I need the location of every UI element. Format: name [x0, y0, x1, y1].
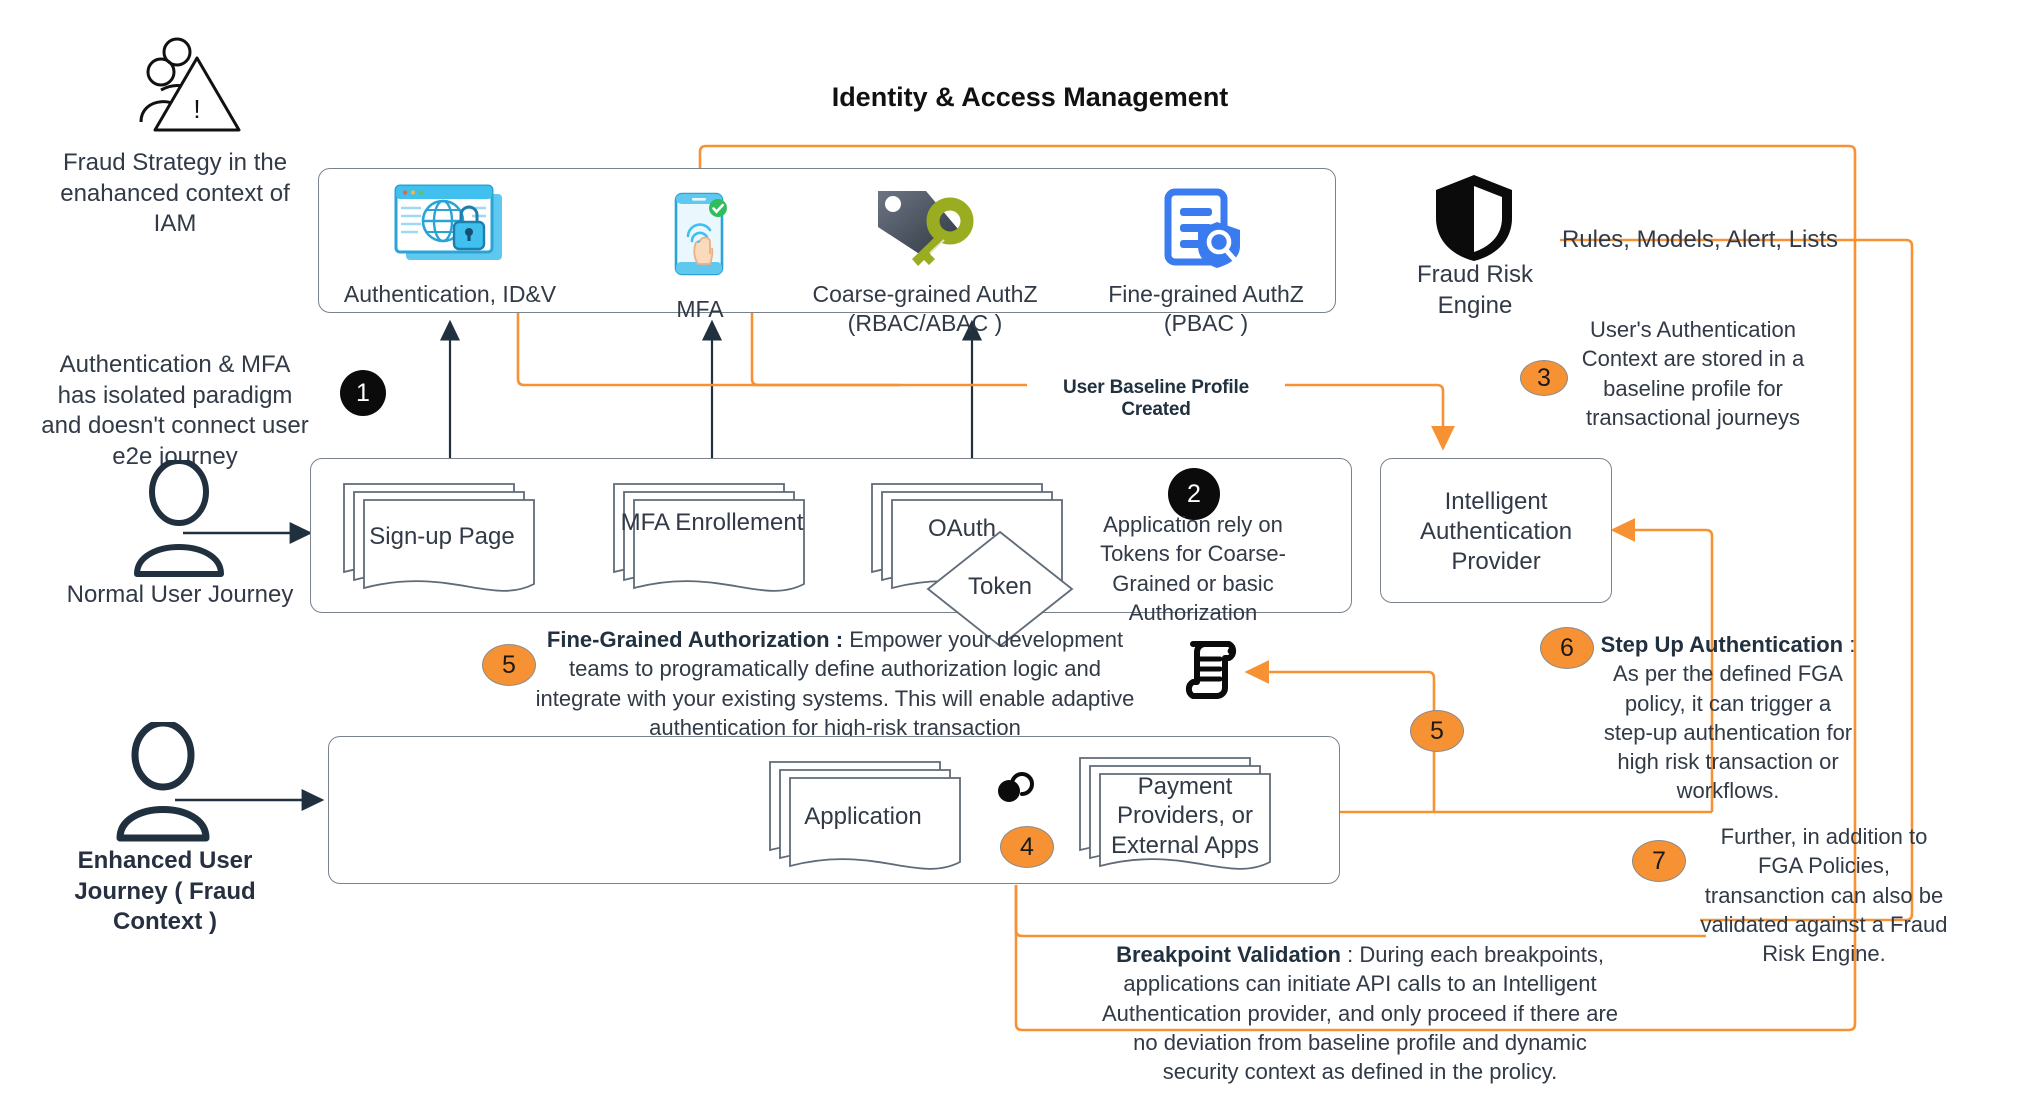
- doc-label-application: Application: [804, 803, 922, 830]
- normal-user-avatar: [130, 458, 228, 583]
- note-7-text: Further, in addition to FGA Policies, tr…: [1700, 824, 1948, 966]
- breakpoint-validation-note: Breakpoint Validation : During each brea…: [1100, 940, 1620, 1086]
- note-2-text: Application rely on Tokens for Coarse-Gr…: [1100, 512, 1286, 625]
- tile-label-coarse-authz: Coarse-grained AuthZ (RBAC/ABAC ): [812, 281, 1038, 336]
- doc-application: Application: [760, 756, 976, 876]
- doc-payment-providers: Payment Providers, or External Apps: [1070, 752, 1286, 878]
- badge-5-loop: 5: [1410, 710, 1464, 752]
- caption-enhanced-user: Enhanced User Journey ( Fraud Context ): [74, 847, 256, 936]
- browser-globe-lock-icon: [388, 182, 513, 269]
- svg-text:!: !: [193, 94, 200, 124]
- fraud-engine-feed-label: Rules, Models, Alert, Lists: [1561, 226, 1839, 253]
- doc-label-payment-providers: Payment Providers, or External Apps: [1110, 773, 1260, 859]
- badge-6: 6: [1540, 627, 1594, 669]
- doc-label-mfa-enrollement: MFA Enrollement: [620, 509, 804, 536]
- caption-fraud-strategy: Fraud Strategy in the enahanced context …: [60, 149, 290, 238]
- note-5-text: Fine-Grained Authorization : Empower you…: [525, 625, 1145, 742]
- note-6-text: Step Up Authentication : As per the defi…: [1600, 630, 1856, 806]
- tile-label-authentication: Authentication, ID&V: [343, 281, 557, 307]
- badge-7: 7: [1632, 840, 1686, 882]
- note-6-body: : As per the defined FGA policy, it can …: [1603, 632, 1856, 804]
- page-title: Identity & Access Management: [831, 82, 1229, 112]
- caption-auth-mfa-isolated: Authentication & MFA has isolated paradi…: [41, 351, 309, 471]
- tile-label-fine-authz: Fine-grained AuthZ (PBAC ): [1108, 281, 1304, 336]
- doc-signup-page: Sign-up Page: [334, 478, 550, 598]
- badge-3: 3: [1520, 360, 1568, 396]
- diagram-canvas: Identity & Access Management ! Fraud Str…: [0, 0, 2020, 1120]
- badge-4: 4: [1000, 826, 1054, 868]
- doc-label-signup: Sign-up Page: [369, 523, 515, 550]
- shield-icon: [1432, 172, 1516, 269]
- note-5-lead: Fine-Grained Authorization :: [546, 627, 844, 652]
- tag-key-icon: [872, 185, 980, 276]
- intelligent-auth-provider-label: Intelligent Authentication Provider: [1419, 488, 1573, 575]
- tile-label-mfa: MFA: [676, 296, 724, 322]
- breakpoint-note-lead: Breakpoint Validation: [1116, 942, 1341, 967]
- edge-label-user-baseline: User Baseline Profile Created: [1027, 377, 1285, 421]
- fraud-risk-engine-label: Fraud Risk Engine: [1416, 261, 1534, 319]
- note-3-text: User's Authentication Context are stored…: [1581, 317, 1805, 430]
- caption-normal-user: Normal User Journey: [66, 581, 294, 608]
- breakpoint-icon: [996, 768, 1036, 809]
- badge-1: 1: [340, 370, 386, 416]
- mobile-fingerprint-check-icon: [672, 192, 734, 283]
- document-shield-search-icon: [1162, 188, 1246, 275]
- policy-scroll-icon: [1183, 638, 1245, 707]
- fraud-strategy-icon: !: [135, 30, 255, 145]
- note-6-lead: Step Up Authentication: [1600, 632, 1844, 657]
- doc-mfa-enrollement: MFA Enrollement: [604, 478, 820, 598]
- token-label: Token: [967, 573, 1033, 600]
- enhanced-user-avatar: [112, 719, 214, 847]
